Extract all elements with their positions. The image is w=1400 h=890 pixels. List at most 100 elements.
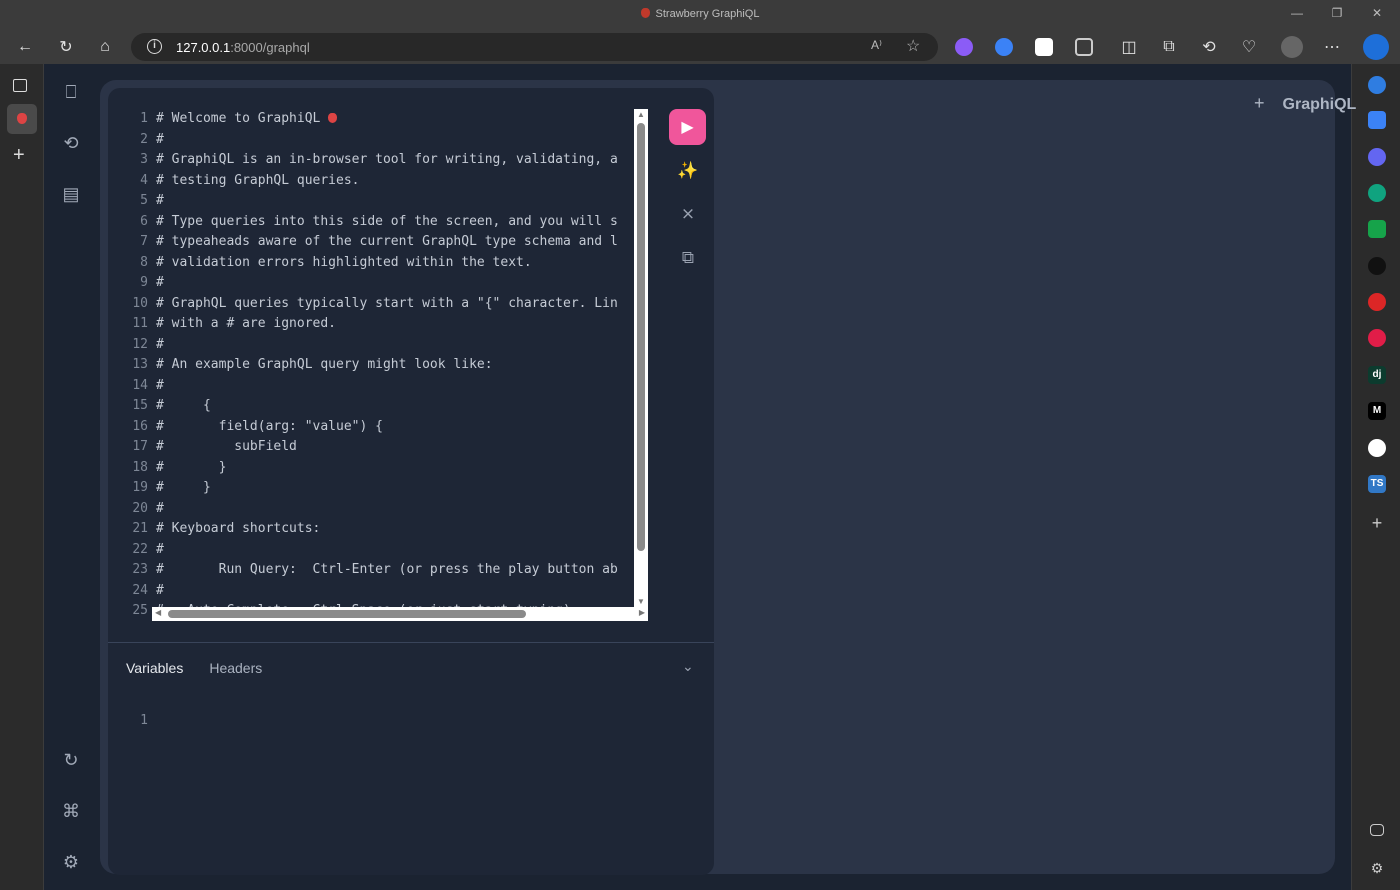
add-sidebar-app-icon[interactable]: + [1368, 514, 1386, 532]
code-line[interactable]: # field(arg: "value") { [156, 417, 638, 438]
code-line[interactable]: # [156, 376, 638, 397]
title-bar: Strawberry GraphiQL — ❐ ✕ [0, 0, 1400, 30]
sidebar-settings-icon[interactable]: ⚙ [1368, 859, 1386, 877]
code-line-text: # subField [156, 439, 297, 454]
close-button[interactable]: ✕ [1367, 6, 1387, 24]
site-info-icon[interactable]: i [147, 39, 162, 54]
profile-avatar[interactable] [1281, 36, 1303, 58]
code-line[interactable]: # [156, 581, 638, 602]
split-screen-icon[interactable]: ◫ [1117, 35, 1141, 59]
chevron-down-icon[interactable]: ⌄ [682, 658, 694, 675]
new-tab-icon[interactable]: + [13, 144, 25, 167]
code-line[interactable]: # } [156, 478, 638, 499]
code-line[interactable]: # An example GraphQL query might look li… [156, 355, 638, 376]
strawberry-icon [640, 8, 650, 18]
tab-strawberry-graphiql[interactable] [7, 104, 37, 134]
scroll-up-icon[interactable]: ▲ [636, 110, 646, 119]
django-icon[interactable]: dj [1368, 366, 1386, 384]
extension-icon-2[interactable] [995, 38, 1013, 56]
code-line[interactable]: # Type queries into this side of the scr… [156, 212, 638, 233]
editor-divider[interactable] [108, 642, 714, 643]
code-line[interactable]: # [156, 273, 638, 294]
query-editor[interactable]: 1 2 3 4 5 6 7 8 9 10 11 12 13 14 15 16 17 18 19 20 21 22 23 24 2… [108, 88, 714, 642]
scroll-thumb[interactable] [168, 610, 526, 618]
shortcuts-icon[interactable]: ⌘ [58, 798, 84, 824]
code-line[interactable]: # validation errors highlighted within t… [156, 253, 638, 274]
extensions-puzzle-icon[interactable] [1075, 38, 1093, 56]
shopping-icon[interactable] [1368, 111, 1386, 129]
hide-sidebar-icon[interactable] [1370, 824, 1384, 836]
restore-button[interactable]: ❐ [1327, 6, 1347, 24]
code-line-text: # [156, 131, 164, 147]
variables-headers-tabs: Variables Headers [126, 660, 288, 676]
minimize-button[interactable]: — [1287, 6, 1307, 24]
strawberry-icon [17, 113, 27, 124]
code-line[interactable]: # Welcome to GraphiQL [156, 109, 638, 130]
history-icon[interactable]: ⟲ [58, 130, 84, 156]
favorite-star-icon[interactable]: ☆ [906, 36, 920, 56]
code-line[interactable]: # GraphiQL is an in-browser tool for wri… [156, 150, 638, 171]
refetch-schema-icon[interactable]: ↻ [58, 747, 84, 773]
line-number: 15 [132, 398, 148, 413]
merge-fragments-icon[interactable]: ⨯ [675, 201, 701, 227]
notifications-icon[interactable] [1368, 76, 1386, 94]
github-icon[interactable] [1368, 439, 1386, 457]
code-line[interactable]: # [156, 130, 638, 151]
docs-icon[interactable]: ⎕ [58, 79, 84, 105]
home-icon[interactable]: ⌂ [93, 35, 117, 59]
scroll-left-icon[interactable]: ◀ [155, 608, 161, 617]
run-query-button[interactable]: ▶ [669, 109, 706, 145]
editor-panel: 1 2 3 4 5 6 7 8 9 10 11 12 13 14 15 16 17 18 19 20 21 22 23 24 2… [108, 88, 714, 875]
copy-query-icon[interactable]: ⧉ [675, 245, 701, 271]
back-icon[interactable]: ← [13, 35, 37, 59]
code-line[interactable]: # subField [156, 437, 638, 458]
settings-icon[interactable]: ⚙ [58, 849, 84, 875]
browser-essentials-icon[interactable]: ♡ [1237, 35, 1261, 59]
code-line-text: # GraphQL queries typically start with a… [156, 295, 618, 311]
tools-icon[interactable] [1368, 148, 1386, 166]
code-line[interactable]: # with a # are ignored. [156, 314, 638, 335]
extension-icon-3[interactable] [1035, 38, 1053, 56]
history-icon[interactable]: ⟲ [1197, 35, 1221, 59]
code-line[interactable]: # [156, 540, 638, 561]
app-icon-6[interactable] [1368, 257, 1386, 275]
medium-icon[interactable]: M [1368, 402, 1386, 420]
code-line[interactable]: # Keyboard shortcuts: [156, 519, 638, 540]
code-line[interactable]: # [156, 335, 638, 356]
app-icon-7[interactable] [1368, 293, 1386, 311]
more-options-icon[interactable]: ⋯ [1320, 35, 1344, 59]
tab-actions-icon[interactable] [13, 79, 27, 92]
address-bar[interactable]: i 127.0.0.1:8000/graphql A⁾ ☆ [131, 33, 938, 61]
collections-icon[interactable]: ⧉ [1157, 35, 1181, 59]
reload-icon[interactable]: ↻ [54, 35, 78, 59]
line-number: 11 [132, 316, 148, 331]
code-line[interactable]: # typeaheads aware of the current GraphQ… [156, 232, 638, 253]
code-line[interactable]: # [156, 499, 638, 520]
code-line[interactable]: # } [156, 458, 638, 479]
add-tab-button[interactable]: + [1254, 93, 1265, 113]
url-text[interactable]: 127.0.0.1:8000/graphql [176, 40, 310, 55]
read-aloud-icon[interactable]: A⁾ [871, 38, 882, 52]
tab-variables[interactable]: Variables [126, 660, 183, 676]
tab-headers[interactable]: Headers [209, 660, 262, 676]
vertical-scrollbar[interactable]: ▲ ▼ [634, 109, 648, 607]
code-line[interactable]: # [156, 191, 638, 212]
extension-icon-1[interactable] [955, 38, 973, 56]
chatgpt-icon[interactable] [1368, 184, 1386, 202]
scroll-down-icon[interactable]: ▼ [636, 597, 646, 606]
browser-toolbar: ← ↻ ⌂ i 127.0.0.1:8000/graphql A⁾ ☆ ◫ ⧉ … [0, 30, 1400, 64]
code-line[interactable]: # { [156, 396, 638, 417]
bing-copilot-icon[interactable] [1363, 34, 1389, 60]
prettify-icon[interactable]: ✨ [675, 158, 701, 184]
horizontal-scrollbar[interactable]: ◀ ▶ [152, 607, 648, 621]
explorer-icon[interactable]: ▤ [58, 181, 84, 207]
scroll-thumb[interactable] [637, 123, 645, 551]
query-code[interactable]: # Welcome to GraphiQL # # GraphiQL is an … [156, 109, 638, 621]
code-line[interactable]: # Run Query: Ctrl-Enter (or press the pl… [156, 560, 638, 581]
typescript-icon[interactable]: TS [1368, 475, 1386, 493]
app-icon-5[interactable] [1368, 220, 1386, 238]
code-line[interactable]: # GraphQL queries typically start with a… [156, 294, 638, 315]
scroll-right-icon[interactable]: ▶ [639, 608, 645, 617]
app-icon-8[interactable] [1368, 329, 1386, 347]
code-line[interactable]: # testing GraphQL queries. [156, 171, 638, 192]
